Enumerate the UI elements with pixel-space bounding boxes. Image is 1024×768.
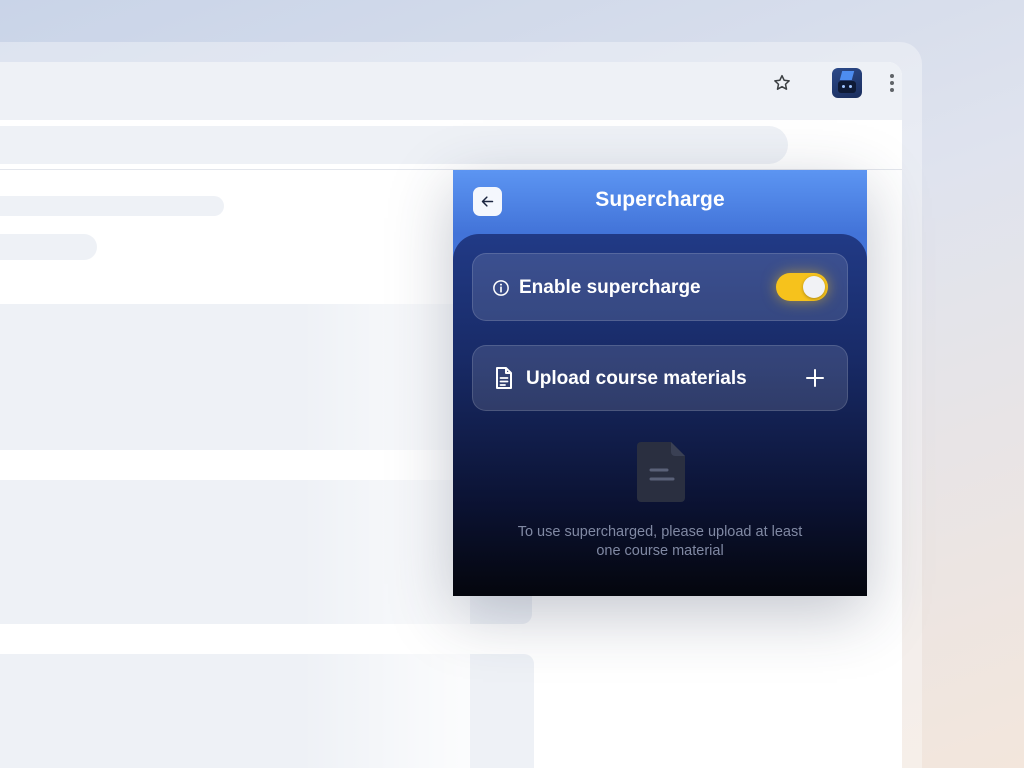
- document-icon: [496, 367, 512, 389]
- page-fade: [300, 170, 470, 768]
- panel-title: Supercharge: [595, 188, 725, 211]
- skeleton-line: [0, 196, 224, 216]
- upload-materials-button[interactable]: Upload course materials: [472, 345, 848, 411]
- document-placeholder-icon: [637, 442, 685, 502]
- star-icon[interactable]: [772, 73, 792, 93]
- extension-avatar-icon[interactable]: [832, 68, 862, 98]
- tab-strip: [0, 62, 902, 120]
- address-bar[interactable]: [0, 126, 788, 164]
- browser-toolbar: [0, 120, 902, 170]
- supercharge-panel: Supercharge Enable supercharge Upload co…: [453, 170, 867, 596]
- info-icon[interactable]: [492, 279, 510, 297]
- empty-state-message: To use supercharged, please upload at le…: [517, 524, 803, 559]
- skeleton-line: [0, 234, 97, 260]
- enable-supercharge-card: Enable supercharge: [472, 253, 848, 321]
- upload-materials-label: Upload course materials: [526, 368, 747, 389]
- enable-supercharge-label: Enable supercharge: [519, 277, 701, 298]
- more-vert-icon[interactable]: [888, 74, 896, 94]
- supercharge-toggle[interactable]: [776, 273, 828, 301]
- plus-icon: [806, 369, 824, 387]
